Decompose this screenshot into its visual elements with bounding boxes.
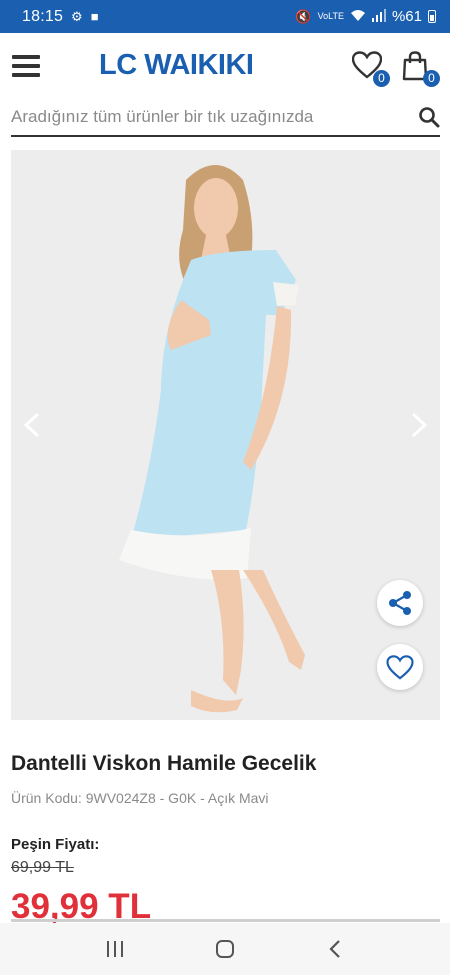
mute-icon: 🔇 [295, 8, 312, 24]
search-bar [11, 99, 440, 137]
search-input[interactable] [11, 107, 418, 127]
app-header: LC WAIKIKI 0 0 [0, 33, 450, 99]
divider [11, 919, 440, 922]
product-code: Ürün Kodu: 9WV024Z8 - G0K - Açık Mavi [11, 790, 269, 806]
favorites-button[interactable]: 0 [351, 51, 390, 87]
carousel-next-button[interactable] [404, 405, 434, 445]
add-to-favorites-button[interactable] [377, 644, 423, 690]
product-image-carousel[interactable] [11, 150, 440, 720]
wifi-icon [350, 9, 366, 25]
status-time: 18:15 [22, 7, 64, 25]
home-button[interactable] [205, 934, 245, 964]
chevron-right-icon [411, 412, 428, 438]
recent-apps-icon [107, 941, 123, 957]
share-icon [389, 591, 411, 615]
heart-icon [386, 654, 414, 680]
product-title: Dantelli Viskon Hamile Gecelik [11, 752, 317, 775]
favorites-count-badge: 0 [373, 70, 390, 87]
signal-icon [371, 8, 386, 25]
hamburger-menu-icon[interactable] [12, 55, 40, 77]
notification-icon: ⚙ [71, 9, 83, 24]
carousel-prev-button[interactable] [17, 405, 47, 445]
price-label: Peşin Fiyatı: [11, 836, 100, 853]
old-price: 69,99 TL [11, 859, 74, 876]
home-icon [216, 940, 234, 958]
system-navigation-bar [0, 923, 450, 975]
battery-percent: %61 [391, 8, 422, 25]
share-button[interactable] [377, 580, 423, 626]
chevron-left-icon [23, 412, 40, 438]
cart-count-badge: 0 [423, 70, 440, 87]
battery-icon [428, 10, 436, 23]
volte-icon: VoLTE [317, 11, 344, 21]
app-notification-icon: ■ [90, 9, 99, 24]
recent-apps-button[interactable] [95, 934, 135, 964]
status-bar: 18:15 ⚙ ■ 🔇 VoLTE %61 [0, 0, 450, 33]
back-icon [329, 940, 340, 958]
cart-button[interactable]: 0 [402, 51, 440, 87]
back-button[interactable] [315, 934, 355, 964]
search-icon[interactable] [418, 106, 440, 128]
brand-logo[interactable]: LC WAIKIKI [99, 49, 254, 82]
product-photo [11, 150, 440, 720]
